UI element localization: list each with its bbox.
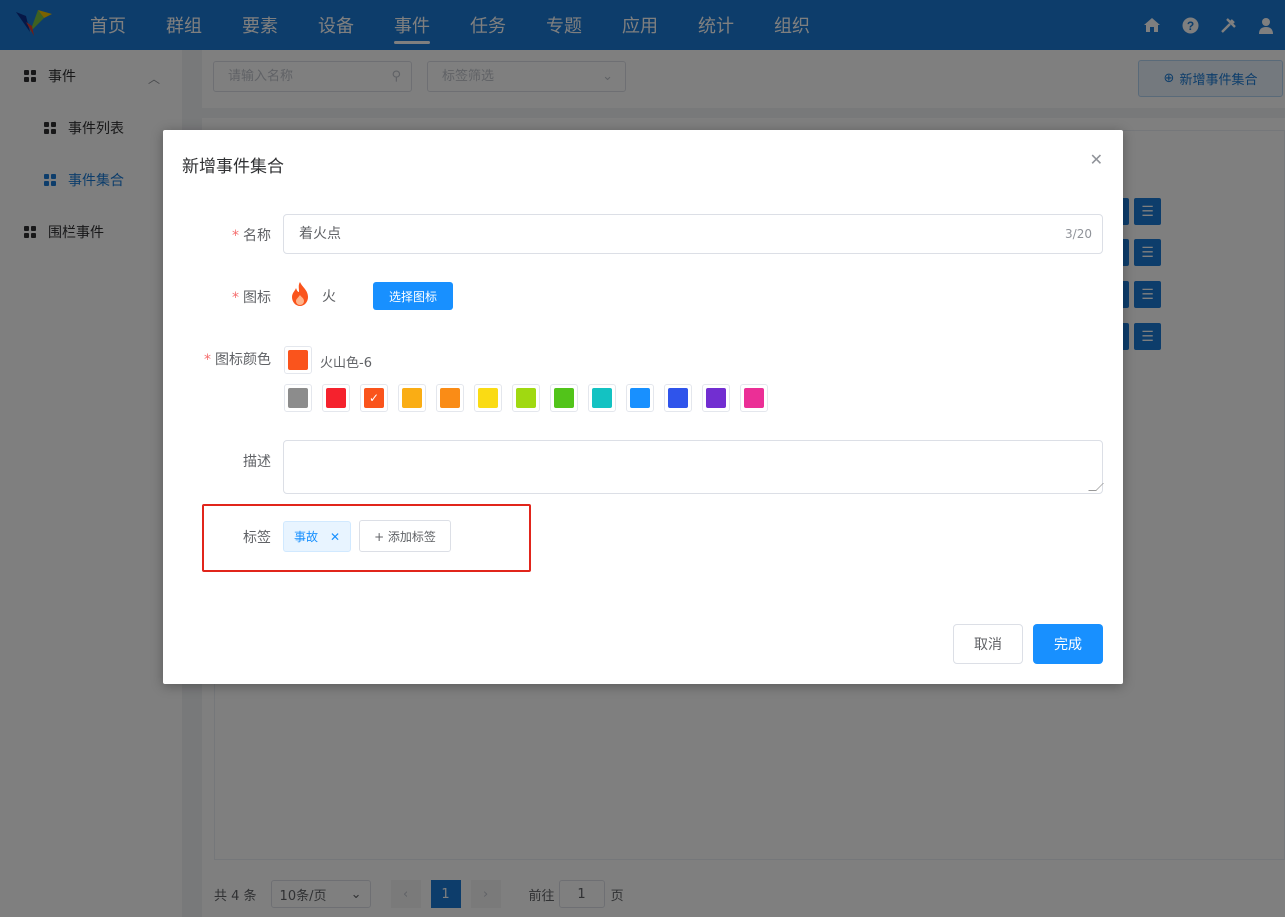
- close-icon[interactable]: ✕: [330, 530, 340, 544]
- color-preview: [284, 346, 312, 374]
- swatch-fill: [440, 388, 460, 408]
- confirm-button[interactable]: 完成: [1033, 624, 1103, 664]
- swatch-fill: [668, 388, 688, 408]
- color-swatch[interactable]: [322, 384, 350, 412]
- color-swatch[interactable]: [626, 384, 654, 412]
- name-label: * 名称: [232, 228, 271, 244]
- swatch-fill: [478, 388, 498, 408]
- fire-icon: [292, 282, 308, 306]
- close-icon[interactable]: ✕: [1090, 150, 1103, 169]
- swatch-fill: [592, 388, 612, 408]
- description-label: 描述: [243, 454, 271, 470]
- swatch-fill: [744, 388, 764, 408]
- icon-name: 火: [322, 289, 336, 305]
- resize-handle[interactable]: [1088, 483, 1104, 491]
- tag-label: 事故: [294, 530, 319, 544]
- name-value: 着火点: [299, 226, 341, 242]
- icon-label: * 图标: [232, 290, 271, 306]
- add-collection-dialog: 新增事件集合 ✕ * 名称 着火点 3/20 * 图标 火 选择图标 * 图标颜色 火…: [163, 130, 1123, 684]
- color-swatch[interactable]: [550, 384, 578, 412]
- color-swatch[interactable]: [284, 384, 312, 412]
- color-swatch[interactable]: [740, 384, 768, 412]
- color-swatch[interactable]: [588, 384, 616, 412]
- color-swatch[interactable]: [664, 384, 692, 412]
- tag-chip: 事故 ✕: [283, 521, 352, 552]
- color-swatch[interactable]: [398, 384, 426, 412]
- choose-icon-button[interactable]: 选择图标: [373, 282, 453, 310]
- swatch-fill: [630, 388, 650, 408]
- color-swatch[interactable]: ✓: [360, 384, 388, 412]
- swatch-fill: [402, 388, 422, 408]
- dialog-title: 新增事件集合: [182, 157, 284, 177]
- swatch-fill: [288, 388, 308, 408]
- name-char-count: 3/20: [1065, 227, 1092, 241]
- color-swatch[interactable]: [512, 384, 540, 412]
- add-tag-button[interactable]: + 添加标签: [359, 520, 451, 552]
- cancel-button[interactable]: 取消: [953, 624, 1023, 664]
- tags-label: 标签: [243, 530, 271, 546]
- icon-color-label: * 图标颜色: [204, 352, 271, 368]
- swatch-fill: [706, 388, 726, 408]
- swatch-fill: [554, 388, 574, 408]
- swatch-fill: [326, 388, 346, 408]
- name-input[interactable]: 着火点 3/20: [283, 214, 1103, 254]
- color-swatches: ✓: [284, 384, 778, 412]
- color-swatch[interactable]: [474, 384, 502, 412]
- swatch-fill: [516, 388, 536, 408]
- description-textarea[interactable]: [283, 440, 1104, 494]
- check-icon: ✓: [364, 388, 384, 408]
- color-swatch[interactable]: [436, 384, 464, 412]
- color-name: 火山色-6: [320, 356, 372, 371]
- color-swatch[interactable]: [702, 384, 730, 412]
